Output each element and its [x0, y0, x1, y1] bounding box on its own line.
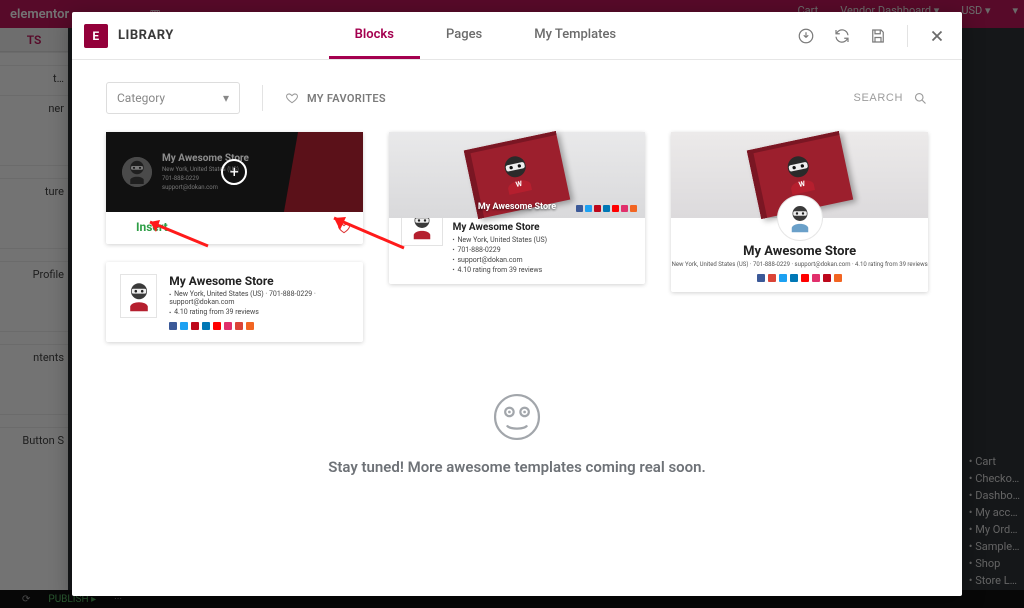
- insert-button[interactable]: Insert: [118, 220, 168, 234]
- favorite-button[interactable]: [337, 220, 351, 234]
- zoom-icon: [221, 159, 247, 185]
- template-thumb: W My Awesome Store: [389, 132, 646, 218]
- close-icon[interactable]: [928, 27, 946, 45]
- templates-grid: My Awesome Store New York, United States…: [72, 128, 962, 342]
- template-thumb: My Awesome Store New York, United States…: [106, 132, 363, 212]
- template-card-4[interactable]: My Awesome Store New York, United States…: [106, 262, 363, 342]
- import-icon[interactable]: [797, 27, 815, 45]
- modal-brand: E LIBRARY: [84, 24, 174, 48]
- ninja-icon: W: [774, 148, 824, 198]
- elementor-logo-icon: E: [84, 24, 108, 48]
- ninja-avatar-icon: [123, 280, 155, 312]
- favorites-label: MY FAVORITES: [307, 92, 386, 105]
- category-dropdown[interactable]: Category ▾: [106, 82, 240, 114]
- store-name: My Awesome Store: [169, 274, 348, 288]
- preview-overlay[interactable]: [106, 132, 363, 212]
- save-icon[interactable]: [869, 27, 887, 45]
- store-avatar: [778, 196, 822, 240]
- header-actions: [797, 25, 946, 47]
- my-favorites-button[interactable]: MY FAVORITES: [285, 91, 386, 105]
- social-icons: [671, 274, 928, 282]
- modal-title: LIBRARY: [118, 28, 174, 43]
- heart-icon: [285, 91, 299, 105]
- toolbar: Category ▾ MY FAVORITES: [72, 60, 962, 128]
- smiley-face-icon: [490, 390, 544, 444]
- library-modal: E LIBRARY Blocks Pages My Templates: [72, 12, 962, 596]
- empty-state: Stay tuned! More awesome templates comin…: [72, 390, 962, 476]
- tab-blocks[interactable]: Blocks: [329, 12, 420, 59]
- toolbar-separator: [262, 85, 263, 111]
- template-card-3[interactable]: W My Awesome Store New York, United Stat…: [671, 132, 928, 292]
- modal-header: E LIBRARY Blocks Pages My Templates: [72, 12, 962, 60]
- chevron-down-icon: ▾: [223, 91, 229, 105]
- empty-state-text: Stay tuned! More awesome templates comin…: [328, 458, 706, 476]
- template-card-1[interactable]: My Awesome Store New York, United States…: [106, 132, 363, 244]
- download-icon: [118, 221, 130, 233]
- header-separator: [907, 25, 908, 47]
- social-icons: [169, 322, 348, 330]
- modal-tabs: Blocks Pages My Templates: [329, 12, 642, 59]
- search-icon: [913, 91, 928, 106]
- category-label: Category: [117, 91, 165, 105]
- tab-pages[interactable]: Pages: [420, 12, 508, 59]
- store-name: My Awesome Store: [671, 244, 928, 259]
- sync-icon[interactable]: [833, 27, 851, 45]
- search-wrap: [743, 91, 928, 106]
- insert-label: Insert: [136, 220, 168, 234]
- tab-my-templates[interactable]: My Templates: [508, 12, 642, 59]
- store-name: My Awesome Store: [453, 222, 634, 233]
- svg-text:W: W: [797, 179, 806, 189]
- store-avatar: [120, 274, 157, 318]
- ninja-icon: W: [492, 148, 542, 198]
- social-icons: [576, 205, 637, 212]
- store-sub: New York, United States (US) · 701-888-0…: [671, 261, 928, 268]
- template-card-2[interactable]: W My Awesome Store My Awesome Store New …: [389, 132, 646, 284]
- search-input[interactable]: [743, 92, 903, 104]
- ninja-avatar-icon: [785, 203, 815, 233]
